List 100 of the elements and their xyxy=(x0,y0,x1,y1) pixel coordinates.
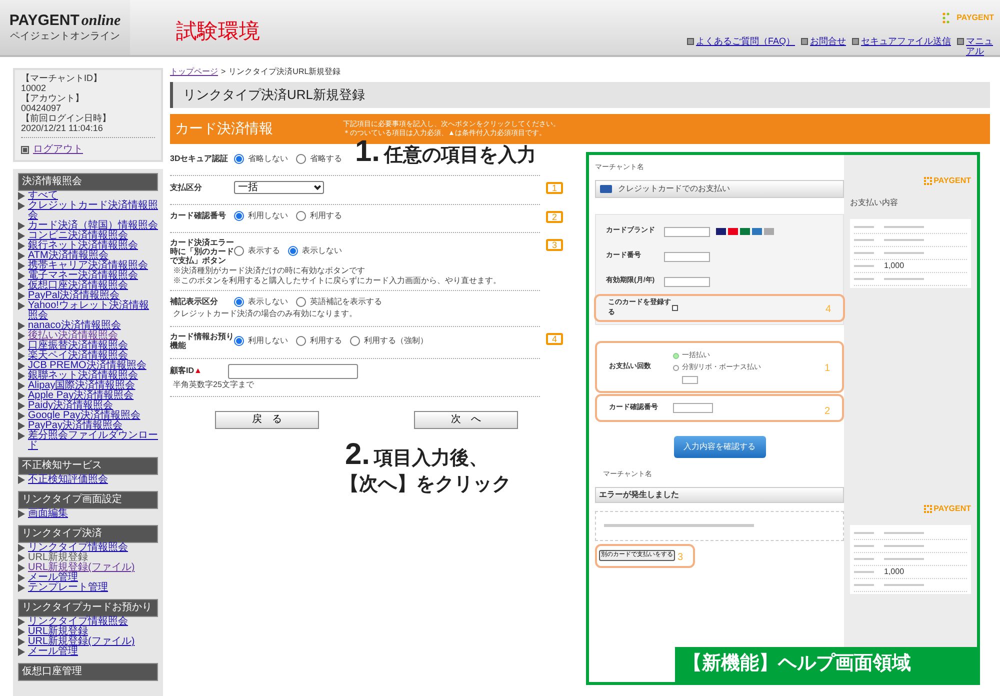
checkbox[interactable] xyxy=(672,305,678,311)
radio-button[interactable] xyxy=(234,336,244,346)
sidebar-link[interactable]: メール管理 xyxy=(28,647,78,657)
sidebar-link[interactable]: nanaco決済情報照会 xyxy=(28,321,121,331)
sidebar-link[interactable]: PayPay決済情報照会 xyxy=(28,421,122,431)
sidebar-link[interactable]: 差分照会ファイルダウンロード xyxy=(28,431,158,451)
radio-button[interactable] xyxy=(673,352,679,359)
sidebar-link[interactable]: 不正検知評価照会 xyxy=(28,475,108,485)
field-label: 顧客ID xyxy=(170,365,194,377)
form-button[interactable]: 戻 る xyxy=(215,410,319,428)
radio-button[interactable] xyxy=(234,154,244,164)
field-label: カード決済エラー時に「別のカードで支払」ボタン xyxy=(170,238,234,264)
select-dropdown[interactable] xyxy=(664,226,710,236)
payment-heading: クレジットカードでのお支払い xyxy=(595,180,844,198)
triangle-bullet-icon xyxy=(18,342,25,350)
sidebar-link[interactable]: クレジットカード決済情報照会 xyxy=(28,201,158,221)
input-field[interactable] xyxy=(228,364,358,378)
select-dropdown[interactable] xyxy=(664,276,710,286)
sidebar-link[interactable]: 携帯キャリア決済情報照会 xyxy=(28,261,148,271)
select-dropdown[interactable]: 一括 xyxy=(234,180,324,194)
input-field[interactable] xyxy=(673,403,713,413)
triangle-bullet-icon xyxy=(18,372,25,380)
sidebar-link[interactable]: Google Pay決済情報照会 xyxy=(28,411,140,421)
header-link[interactable]: お問合せ xyxy=(810,36,846,46)
step-text: 項目入力後、 xyxy=(374,446,488,471)
sidebar-link[interactable]: URL新規登録 xyxy=(28,627,88,637)
field-label: 3Dセキュア認証 xyxy=(170,154,230,163)
sidebar-section-title: 不正検知サービス xyxy=(18,457,158,475)
field-label: 支払区分 xyxy=(170,182,203,192)
triangle-bullet-icon xyxy=(18,618,25,626)
radio-button[interactable] xyxy=(234,296,244,306)
help-area-label: 【新機能】ヘルプ画面領域 xyxy=(675,647,977,682)
radio-button[interactable] xyxy=(234,246,244,256)
option-label: 利用する xyxy=(310,334,342,346)
sidebar-link[interactable]: Alipay国際決済情報照会 xyxy=(28,381,136,391)
sidebar-link[interactable]: 銀聯ネット決済情報照会 xyxy=(28,371,138,381)
account-info-text: 10002 xyxy=(21,83,48,93)
radio-button[interactable] xyxy=(673,365,679,372)
sidebar-link[interactable]: 楽天ペイ決済情報照会 xyxy=(28,351,128,361)
logout-link[interactable]: ログアウト xyxy=(33,142,83,157)
sidebar-link[interactable]: PayPal決済情報照会 xyxy=(28,291,120,301)
sidebar-link[interactable]: URL新規登録(ファイル) xyxy=(28,637,135,647)
sidebar-link[interactable]: 銀行ネット決済情報照会 xyxy=(28,241,138,251)
sidebar-section-title: 決済情報照会 xyxy=(18,173,158,191)
brand-logo-icon xyxy=(924,504,932,512)
sidebar-link[interactable]: すべて xyxy=(28,191,58,201)
triangle-bullet-icon xyxy=(18,242,25,250)
sidebar-link[interactable]: 電子マネー決済情報照会 xyxy=(28,271,138,281)
step-text: 任意の項目を入力 xyxy=(384,144,536,168)
triangle-bullet-icon xyxy=(18,476,25,484)
sidebar-link[interactable]: 後払い決済情報照会 xyxy=(28,331,118,341)
radio-button[interactable] xyxy=(296,336,306,346)
number-badge: 1 xyxy=(546,182,563,194)
radio-button[interactable] xyxy=(296,210,306,220)
amount-value: 1,000 xyxy=(884,566,904,578)
field-note: ※このボタンを利用すると購入したサイトに戻らずにカード入力画面から、やり直せます。 xyxy=(173,276,502,284)
triangle-bullet-icon xyxy=(18,282,25,290)
field-label: カード情報お預り機能 xyxy=(170,332,234,350)
step-number-label: 1 xyxy=(824,362,830,376)
radio-button[interactable] xyxy=(296,154,306,164)
header-link[interactable]: マニュアル xyxy=(966,36,994,56)
step-number-label: 4 xyxy=(825,303,831,317)
sidebar-link[interactable]: Paidy決済情報照会 xyxy=(28,401,114,411)
square-bullet-icon xyxy=(686,38,694,45)
amount-value: 1,000 xyxy=(884,260,904,272)
brand-name: PAYGENT xyxy=(956,12,994,24)
sidebar-link[interactable]: URL新規登録 xyxy=(28,553,88,563)
triangle-bullet-icon xyxy=(18,292,25,300)
sidebar-link[interactable]: JCB PREMO決済情報照会 xyxy=(28,361,146,371)
radio-button[interactable] xyxy=(296,296,306,306)
sidebar-link[interactable]: 仮想口座決済情報照会 xyxy=(28,281,128,291)
option-label: 表示する xyxy=(248,245,280,257)
header-link[interactable]: セキュアファイル送信 xyxy=(861,36,951,46)
sidebar-link[interactable]: テンプレート管理 xyxy=(28,583,108,593)
radio-button[interactable] xyxy=(288,246,298,256)
conditional-required-mark: ▲ xyxy=(194,365,202,377)
sidebar-link[interactable]: リンクタイプ情報照会 xyxy=(28,617,128,627)
sidebar-link[interactable]: コンビニ決済情報照会 xyxy=(28,231,128,241)
sidebar-link[interactable]: リンクタイプ情報照会 xyxy=(28,543,128,553)
sidebar-link[interactable]: URL新規登録(ファイル) xyxy=(28,563,135,573)
breadcrumb-link[interactable]: トップページ xyxy=(170,66,218,78)
account-info-text: 00424097 xyxy=(21,103,62,113)
page-title: リンクタイプ決済URL新規登録 xyxy=(170,82,990,108)
select-dropdown[interactable] xyxy=(682,376,698,384)
header-link[interactable]: よくあるご質問（FAQ） xyxy=(696,36,795,46)
input-field[interactable] xyxy=(664,252,710,262)
triangle-bullet-icon xyxy=(18,202,25,210)
radio-button[interactable] xyxy=(234,210,244,220)
triangle-bullet-icon xyxy=(18,252,25,260)
sidebar-link[interactable]: ATM決済情報照会 xyxy=(28,251,108,261)
triangle-bullet-icon xyxy=(18,648,25,656)
radio-button[interactable] xyxy=(350,336,360,346)
sidebar-link[interactable]: カード決済（韓国）情報照会 xyxy=(28,221,158,231)
sidebar-link[interactable]: 口座振替決済情報照会 xyxy=(28,341,128,351)
form-button[interactable]: 次 へ xyxy=(414,410,518,428)
confirm-button[interactable]: 入力内容を確認する xyxy=(674,436,766,458)
sidebar-link[interactable]: メール管理 xyxy=(28,573,78,583)
sidebar-section-title: リンクタイプカードお預かり xyxy=(18,599,158,617)
sidebar-link[interactable]: 画面編集 xyxy=(28,509,68,519)
sidebar-link[interactable]: Apple Pay決済情報照会 xyxy=(28,391,134,401)
